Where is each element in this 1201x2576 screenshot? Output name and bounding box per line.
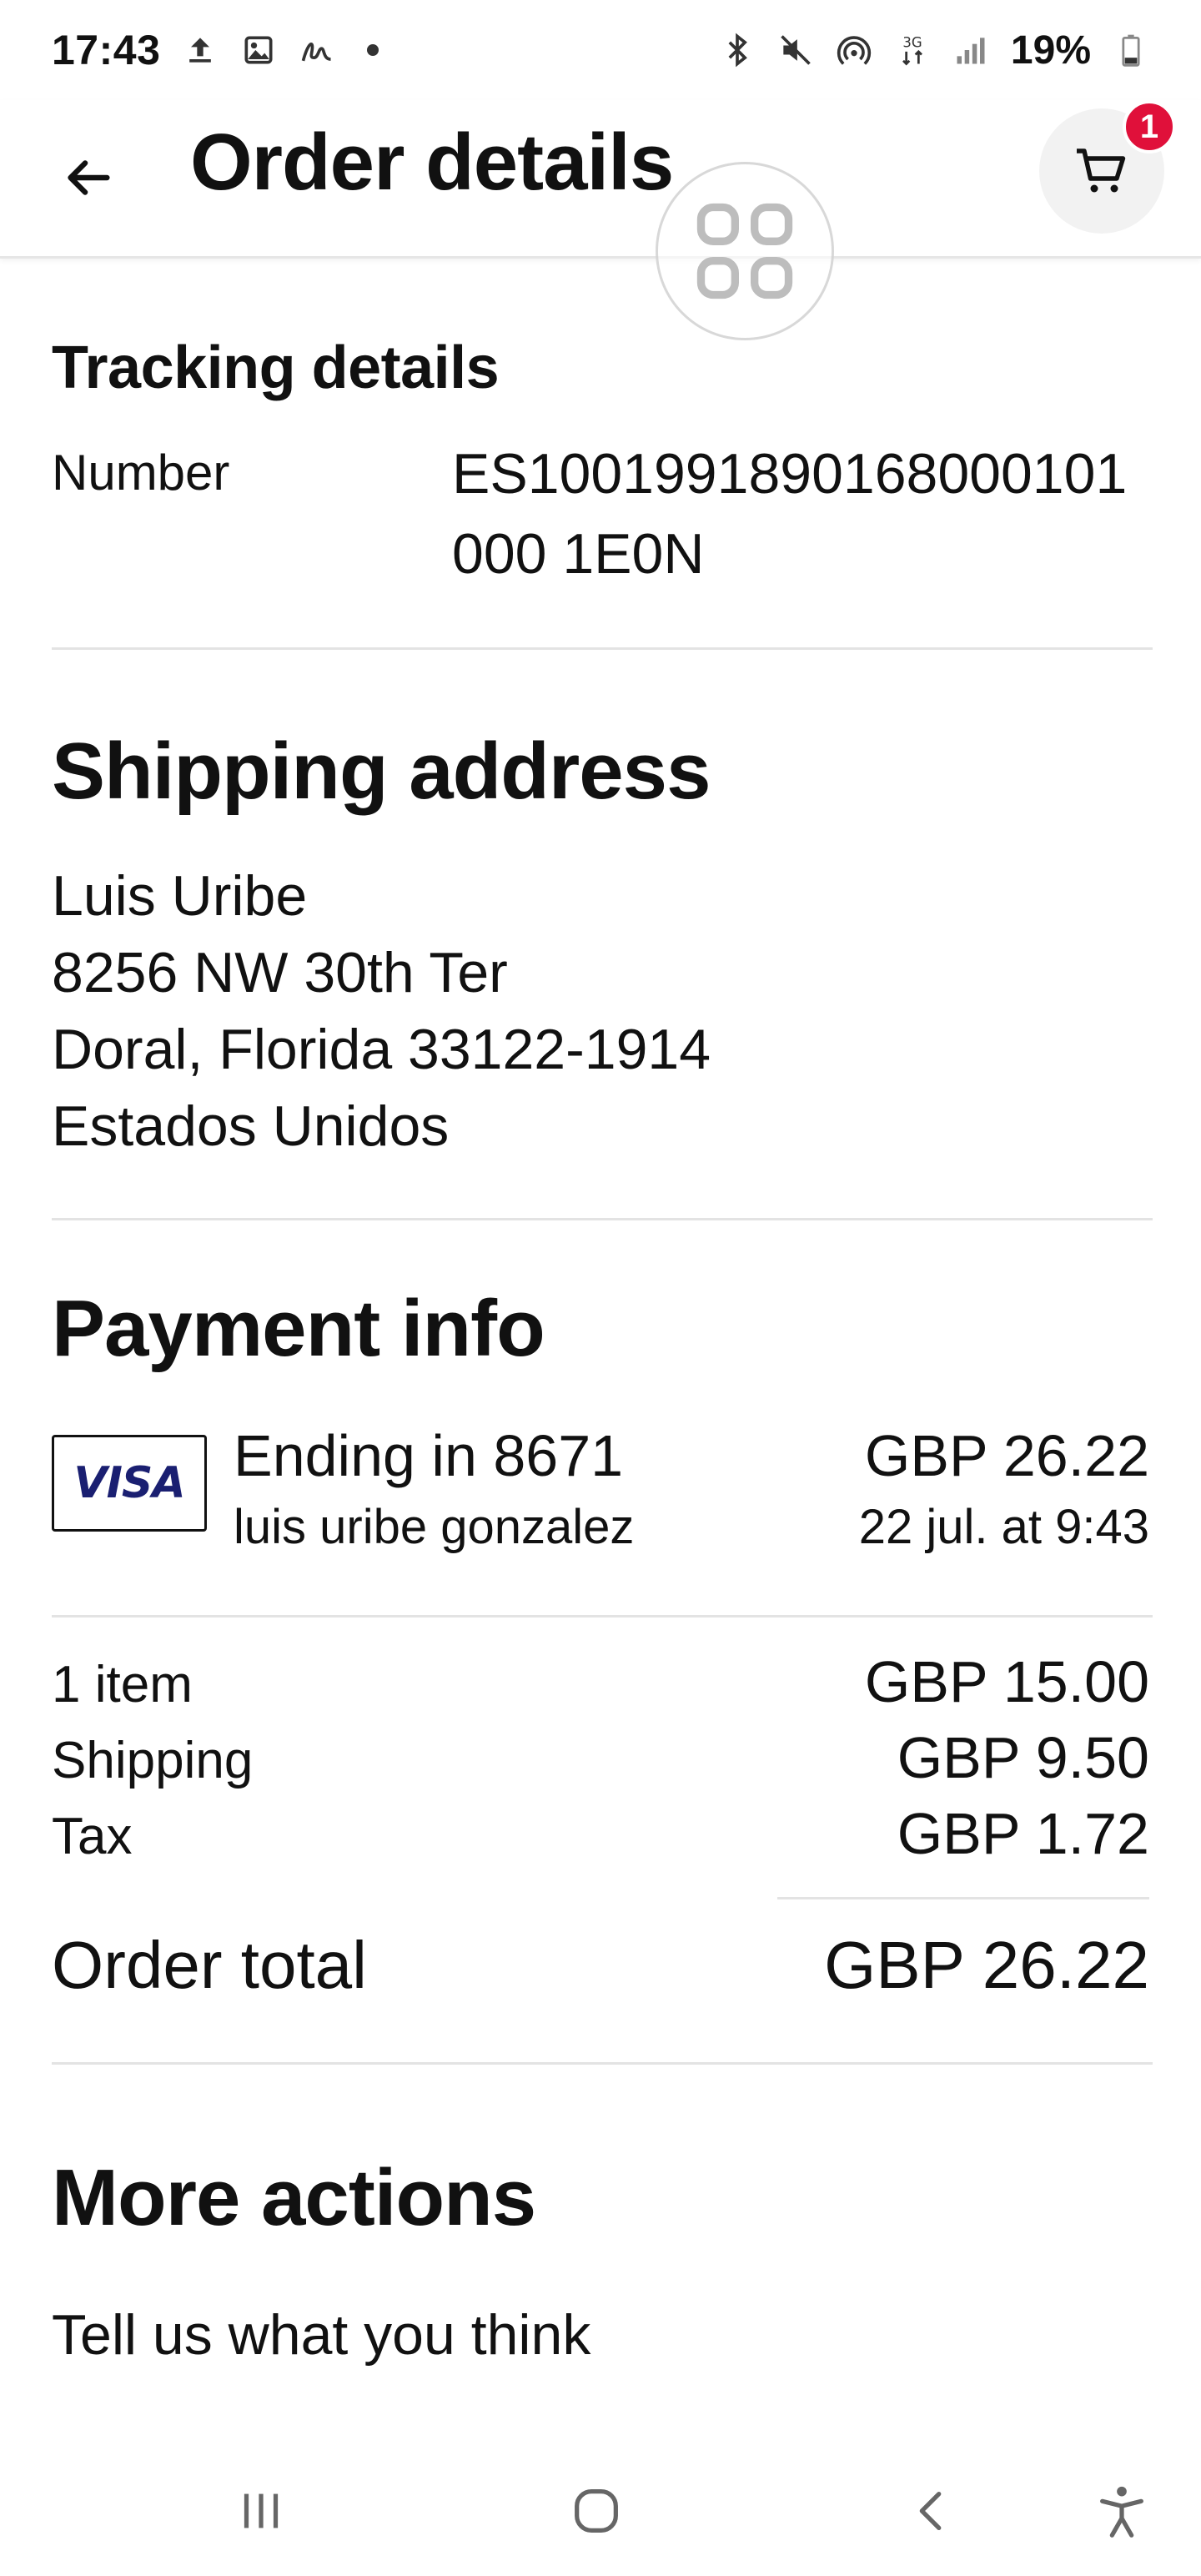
payment-amount: GBP 26.22 xyxy=(864,1423,1149,1488)
battery-percentage: 19% xyxy=(1010,28,1091,73)
summary-label: Tax xyxy=(52,1808,133,1865)
bluetooth-icon xyxy=(719,32,756,68)
total-divider xyxy=(777,1897,1149,1899)
feedback-link[interactable]: Tell us what you think xyxy=(52,2302,590,2367)
home-icon xyxy=(575,2489,618,2533)
summary-row-tax: Tax GBP 1.72 xyxy=(52,1795,1149,1871)
cart-count-badge: 1 xyxy=(1123,100,1176,153)
grid-icon xyxy=(696,203,793,299)
system-nav-bar xyxy=(0,2444,1201,2576)
tracking-number-value[interactable]: ES1001991890168000101000 1E0N xyxy=(452,434,1153,594)
divider xyxy=(52,1218,1153,1220)
address-name: Luis Uribe xyxy=(52,864,308,928)
more-actions-title: More actions xyxy=(52,2153,536,2242)
summary-row-shipping: Shipping GBP 9.50 xyxy=(52,1719,1149,1795)
arrow-left-icon xyxy=(68,160,110,195)
status-left: 17:43 xyxy=(52,26,379,74)
mute-icon xyxy=(777,32,814,68)
upload-icon xyxy=(182,32,219,68)
address-city: Doral, Florida 33122-1914 xyxy=(52,1018,711,1081)
card-brand: VISA xyxy=(73,1458,185,1508)
signal-icon xyxy=(952,32,989,68)
cart-icon xyxy=(1077,148,1126,193)
status-bar: 17:43 3G 19% xyxy=(0,0,1201,100)
summary-value: GBP 1.72 xyxy=(897,1801,1149,1866)
shipping-title: Shipping address xyxy=(52,727,711,816)
visa-card-icon: VISA xyxy=(52,1435,207,1532)
page-title: Order details xyxy=(190,118,674,207)
signature-icon xyxy=(299,32,335,68)
svg-text:3G: 3G xyxy=(902,34,922,50)
address-country: Estados Unidos xyxy=(52,1094,450,1158)
card-ending: Ending in 8671 xyxy=(234,1423,624,1488)
nav-back-button[interactable] xyxy=(886,2469,977,2553)
divider xyxy=(52,2062,1153,2065)
card-info: Ending in 8671 luis uribe gonzalez xyxy=(234,1418,634,1562)
status-time: 17:43 xyxy=(52,27,161,73)
recent-apps-button[interactable] xyxy=(215,2469,307,2553)
order-total-label: Order total xyxy=(52,1928,367,2002)
payment-date: 22 jul. at 9:43 xyxy=(858,1500,1149,1554)
floating-menu-button[interactable] xyxy=(656,162,834,340)
divider xyxy=(52,1615,1153,1618)
summary-label: 1 item xyxy=(52,1656,193,1713)
summary-row-items: 1 item GBP 15.00 xyxy=(52,1643,1149,1719)
accessibility-button[interactable] xyxy=(1076,2469,1168,2553)
order-summary: 1 item GBP 15.00 Shipping GBP 9.50 Tax G… xyxy=(52,1643,1149,1871)
notification-dot xyxy=(367,44,379,56)
summary-value: GBP 15.00 xyxy=(864,1649,1149,1714)
accessibility-icon xyxy=(1100,2486,1143,2538)
back-button[interactable] xyxy=(50,140,125,215)
app-header: Order details 1 xyxy=(0,100,1201,259)
tracking-title: Tracking details xyxy=(52,335,500,401)
home-button[interactable] xyxy=(550,2469,642,2553)
status-right: 3G 19% xyxy=(719,28,1149,73)
shipping-address: Luis Uribe 8256 NW 30th Ter Doral, Flori… xyxy=(52,858,711,1165)
tracking-number-label: Number xyxy=(52,445,230,501)
address-street: 8256 NW 30th Ter xyxy=(52,941,508,1004)
hotspot-icon xyxy=(836,32,872,68)
payment-title: Payment info xyxy=(52,1284,545,1373)
recent-apps-icon xyxy=(244,2493,279,2528)
order-total-value: GBP 26.22 xyxy=(824,1928,1149,2002)
card-holder: luis uribe gonzalez xyxy=(234,1500,635,1554)
divider xyxy=(52,647,1153,650)
summary-label: Shipping xyxy=(52,1732,254,1789)
summary-value: GBP 9.50 xyxy=(897,1725,1149,1790)
battery-icon xyxy=(1113,32,1149,68)
back-icon xyxy=(919,2491,942,2531)
image-icon xyxy=(240,32,277,68)
data-3g-icon: 3G xyxy=(894,32,931,68)
